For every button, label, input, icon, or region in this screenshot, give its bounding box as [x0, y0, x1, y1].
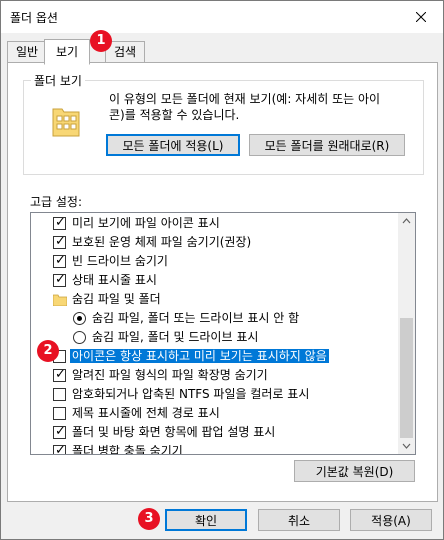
list-item[interactable]: ✓ 폴더 및 바탕 화면 항목에 팝업 설명 표시 [53, 423, 275, 442]
list-item[interactable]: ✓ 보호된 운영 체제 파일 숨기기(권장) [53, 233, 251, 252]
checkbox[interactable]: ✓ [53, 424, 66, 439]
list-item-label: 아이콘은 항상 표시하고 미리 보기는 표시하지 않음 [70, 349, 329, 363]
list-item: 숨김 파일 및 폴더 [53, 290, 161, 309]
callout-marker-3: 3 [138, 508, 160, 530]
tab-view[interactable]: 보기 [44, 39, 90, 65]
folder-views-description: 이 유형의 모든 폴더에 현재 보기(예: 자세히 또는 아이 콘)를 적용할 … [109, 91, 409, 123]
list-item-label: 폴더 병합 충돌 숨기기 [72, 444, 183, 454]
scroll-up-icon[interactable] [398, 213, 415, 230]
list-item-label: 숨김 파일, 폴더 또는 드라이브 표시 안 함 [92, 311, 300, 325]
radio-button[interactable] [73, 331, 86, 344]
list-item[interactable]: ✓ 빈 드라이브 숨기기 [53, 252, 168, 271]
tab-general[interactable]: 일반 [7, 41, 47, 62]
list-scrollbar[interactable] [398, 213, 415, 454]
callout-marker-2: 2 [37, 340, 59, 362]
tab-general-label: 일반 [15, 45, 39, 59]
ok-button[interactable]: 확인 [165, 509, 247, 531]
list-item-label: 암호화되거나 압축된 NTFS 파일을 컬러로 표시 [72, 387, 310, 401]
list-item-label: 빈 드라이브 숨기기 [72, 254, 168, 268]
apply-button[interactable]: 적용(A) [350, 509, 432, 531]
list-item[interactable]: 숨김 파일, 폴더 및 드라이브 표시 [73, 328, 258, 347]
apply-to-folders-button[interactable]: 모든 폴더에 적용(L) [106, 134, 240, 156]
list-item-selected[interactable]: 아이콘은 항상 표시하고 미리 보기는 표시하지 않음 [53, 347, 329, 366]
cancel-button[interactable]: 취소 [258, 509, 340, 531]
checkbox[interactable] [53, 407, 66, 420]
callout-marker-1: 1 [90, 30, 112, 52]
list-item[interactable]: ✓ 폴더 병합 충돌 숨기기 [53, 442, 183, 454]
list-item-label: 알려진 파일 형식의 파일 확장명 숨기기 [72, 368, 268, 382]
list-item[interactable]: ✓ 상태 표시줄 표시 [53, 271, 157, 290]
close-icon [416, 12, 426, 22]
radio-button[interactable] [73, 312, 86, 325]
tab-view-label: 보기 [55, 45, 79, 59]
advanced-settings-label: 고급 설정: [30, 195, 83, 209]
reset-folders-button[interactable]: 모든 폴더를 원래대로(R) [249, 134, 405, 156]
description-line-2: 콘)를 적용할 수 있습니다. [109, 108, 240, 122]
list-item-label: 제목 표시줄에 전체 경로 표시 [72, 406, 220, 420]
scrollbar-thumb[interactable] [400, 318, 413, 438]
checkbox[interactable]: ✓ [53, 234, 66, 249]
description-line-1: 이 유형의 모든 폴더에 현재 보기(예: 자세히 또는 아이 [109, 92, 381, 106]
folder-views-title: 폴더 보기 [31, 72, 85, 89]
restore-defaults-button[interactable]: 기본값 복원(D) [294, 460, 415, 482]
list-item[interactable]: ✓ 알려진 파일 형식의 파일 확장명 숨기기 [53, 366, 268, 385]
list-item[interactable]: 제목 표시줄에 전체 경로 표시 [53, 404, 220, 423]
close-button[interactable] [399, 1, 443, 33]
list-item-label: 숨김 파일 및 폴더 [72, 292, 161, 306]
list-item[interactable]: ✓ 미리 보기에 파일 아이콘 표시 [53, 214, 220, 233]
list-item[interactable]: 암호화되거나 압축된 NTFS 파일을 컬러로 표시 [53, 385, 309, 404]
list-item-label: 보호된 운영 체제 파일 숨기기(권장) [72, 235, 252, 249]
checkbox[interactable] [53, 388, 66, 401]
window-title: 폴더 옵션 [10, 11, 58, 25]
checkbox[interactable]: ✓ [53, 443, 66, 454]
list-item-label: 상태 표시줄 표시 [72, 273, 157, 287]
list-item-label: 폴더 및 바탕 화면 항목에 팝업 설명 표시 [72, 425, 276, 439]
list-item-label: 미리 보기에 파일 아이콘 표시 [72, 216, 220, 230]
tab-search-label: 검색 [113, 45, 137, 59]
folder-options-dialog: 폴더 옵션 일반 보기 검색 폴더 보기 이 유형의 모든 폴더에 현재 보기(… [0, 0, 444, 540]
folder-view-icon [52, 108, 80, 137]
folder-icon [53, 294, 67, 306]
checkbox[interactable]: ✓ [53, 367, 66, 382]
checkbox[interactable]: ✓ [53, 215, 66, 230]
advanced-settings-list[interactable]: ✓ 미리 보기에 파일 아이콘 표시 ✓ 보호된 운영 체제 파일 숨기기(권장… [30, 212, 416, 455]
checkbox[interactable]: ✓ [53, 253, 66, 268]
title-bar: 폴더 옵션 [1, 1, 443, 33]
checkbox[interactable]: ✓ [53, 272, 66, 287]
list-item-label: 숨김 파일, 폴더 및 드라이브 표시 [92, 330, 259, 344]
scroll-down-icon[interactable] [398, 437, 415, 454]
list-item[interactable]: 숨김 파일, 폴더 또는 드라이브 표시 안 함 [73, 309, 299, 328]
